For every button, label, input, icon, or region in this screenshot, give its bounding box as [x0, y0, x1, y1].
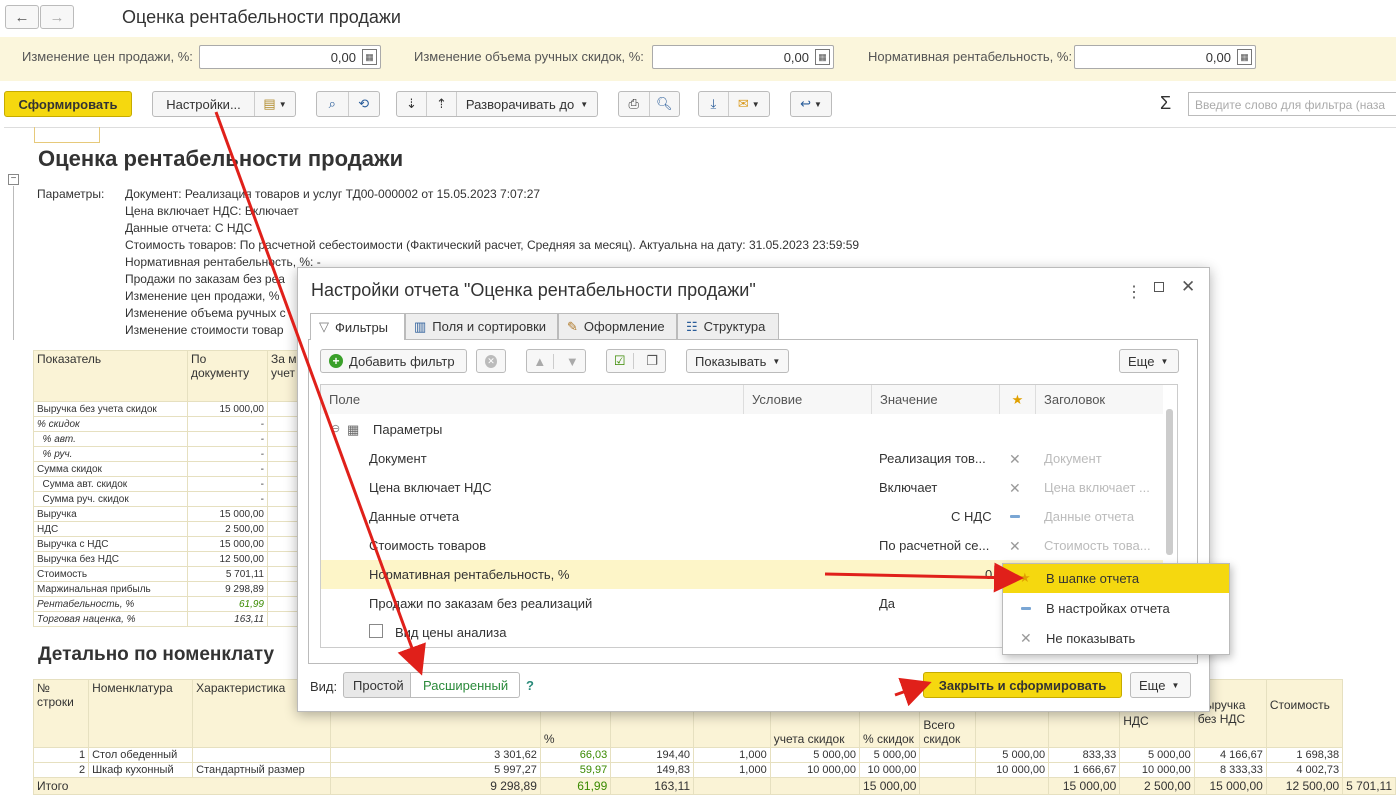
arrow-settings-to-extended — [214, 111, 426, 676]
arrow-to-close-button — [894, 677, 932, 707]
annotation-arrows — [214, 111, 1024, 707]
arrow-to-popup — [824, 562, 1024, 593]
